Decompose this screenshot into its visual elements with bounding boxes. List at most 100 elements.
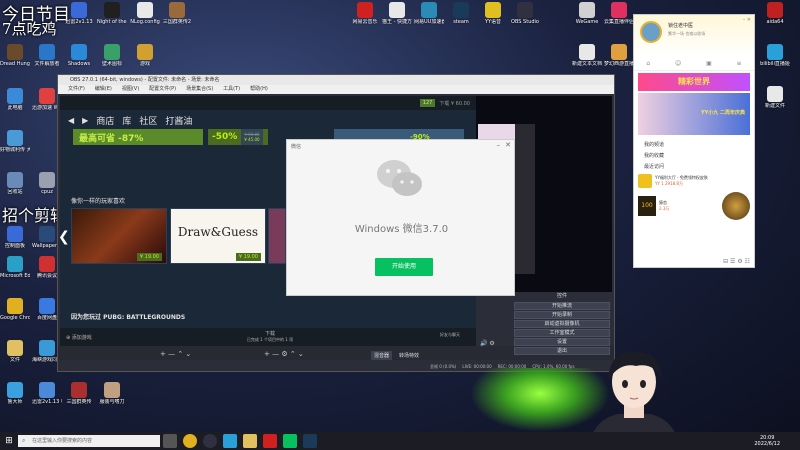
steam-nav-library[interactable]: 库	[122, 114, 131, 127]
yy-list-item-2[interactable]: 100 猿恋 2.3万	[634, 190, 754, 222]
desktop-icon-left-7[interactable]: 好物城利传 大之家	[0, 130, 30, 153]
desktop-icon-top-9[interactable]: OBS Studio	[510, 2, 540, 25]
desktop-icon-left-12[interactable]: Microsoft Edge	[0, 256, 30, 279]
steam-nav-profile[interactable]: 打酱油	[165, 114, 192, 127]
obs-virtual-camera-button[interactable]: 启动虚拟摄像机	[514, 320, 610, 328]
desktop-icon-left-8[interactable]: 回收站	[0, 172, 30, 195]
desktop-icon-right-4[interactable]: aida64	[760, 2, 790, 25]
desktop-icon-left-2[interactable]: Shadows	[64, 44, 94, 67]
obs-source-controls[interactable]: + — ⚙ ⌃ ⌄	[264, 350, 304, 358]
desktop-icon-top-icon	[485, 2, 501, 18]
wechat-start-button[interactable]: 开始使用	[375, 258, 433, 276]
desktop-icon-left-icon	[7, 172, 23, 188]
taskbar-folder-icon[interactable]	[243, 434, 257, 448]
taskbar-wechat-icon[interactable]	[283, 434, 297, 448]
obs-menu-help[interactable]: 帮助(H)	[250, 85, 268, 94]
obs-menu-view[interactable]: 视图(V)	[122, 85, 139, 94]
desktop-icon-left-4[interactable]: 游戏	[130, 44, 160, 67]
desktop-icon-bottom-3[interactable]: 服装与嗜刀	[97, 382, 127, 405]
steam-discount-block[interactable]: -50% ¥ 90.00 ¥ 45.00	[208, 129, 268, 145]
desktop-icon-top-2[interactable]: NLog.config	[130, 2, 160, 25]
desktop-icon-right-1[interactable]: 云集直播伴侣	[604, 2, 634, 25]
obs-scene-controls[interactable]: + — ⌃ ⌄	[160, 350, 191, 358]
obs-start-recording-button[interactable]: 开始录制	[514, 311, 610, 319]
yy-banner-image[interactable]: YY小九 二周年庆典	[638, 93, 750, 135]
desktop-icon-left-3[interactable]: 壁术图标	[97, 44, 127, 67]
yy-menu-recent[interactable]: 最近访问	[634, 161, 754, 172]
obs-menu-file[interactable]: 文件(F)	[68, 85, 85, 94]
obs-tab-transitions[interactable]: 转场特效	[396, 351, 422, 360]
desktop-icon-left-14[interactable]: Google Chrome	[0, 298, 30, 321]
steam-downloads[interactable]: 下载 已完成 1 个项目中的 1 项	[240, 330, 300, 343]
obs-title-bar: OBS 27.0.1 (64-bit, windows) - 配置文件: 未命名…	[58, 75, 614, 85]
taskbar-app-icon[interactable]	[223, 434, 237, 448]
yy-more-icon[interactable]: ≡	[737, 60, 742, 67]
taskbar-netease-icon[interactable]	[263, 434, 277, 448]
steam-friends-button[interactable]: 好友与聊天	[440, 332, 470, 338]
desktop-icon-top-5[interactable]: 猫王 - 快捷方式	[382, 2, 412, 25]
desktop-icon-top-6[interactable]: 网易UU加速器	[414, 2, 444, 25]
obs-tab-mixer[interactable]: 混音器	[371, 351, 393, 360]
steam-user-count[interactable]: 127	[419, 99, 436, 107]
yy-menu-favorites[interactable]: 我的收藏	[634, 150, 754, 161]
task-view-icon[interactable]	[163, 434, 177, 448]
yy-home-icon[interactable]: ⌂	[646, 60, 650, 67]
taskbar-obs-icon[interactable]	[203, 434, 217, 448]
desktop-icon-right-0[interactable]: WeGame	[572, 2, 602, 25]
desktop-icon-left-1[interactable]: 文件解放者	[32, 44, 62, 67]
desktop-icon-left-10[interactable]: 控制面板	[0, 226, 30, 249]
obs-start-streaming-button[interactable]: 开始推流	[514, 302, 610, 310]
windows-start-icon[interactable]: ⊞	[0, 436, 18, 446]
desktop-icon-top-4[interactable]: 网易云音乐	[350, 2, 380, 25]
desktop-icon-top-1[interactable]: Night of the Dead	[97, 2, 127, 25]
desktop-icon-left-16[interactable]: 文件	[0, 340, 30, 363]
steam-game-card-3[interactable]	[268, 208, 286, 264]
steam-game-card-1[interactable]: ¥ 19.00	[71, 208, 167, 264]
desktop-icon-top-0[interactable]: 迅雷2v1.13	[64, 2, 94, 25]
steam-wallet[interactable]: 下载 ¥ 60.00	[439, 100, 470, 107]
yy-avatar[interactable]	[640, 21, 662, 43]
desktop-icon-right-icon	[767, 44, 783, 60]
desktop-icon-right-3[interactable]: 梦幻西游直播	[604, 44, 634, 67]
taskbar-chrome-icon[interactable]	[183, 434, 197, 448]
obs-menu-profile[interactable]: 配置文件(P)	[149, 85, 176, 94]
desktop-icon-left-0[interactable]: Dread Hunger	[0, 44, 30, 67]
steam-nav-back-icon[interactable]: ◀	[68, 116, 74, 125]
wechat-close-icon[interactable]: ✕	[505, 141, 511, 149]
yy-list-item-1[interactable]: YY福利大厅 - 免费领特权皮肤 YY 1 2918.8万	[634, 172, 754, 190]
steam-nav-forward-icon[interactable]: ▶	[82, 116, 88, 125]
obs-mixer-volume-icon[interactable]: 🔊 ⚙	[480, 340, 495, 347]
desktop-icon-left-19[interactable]: 迅雷2v1.13 电视全屏	[32, 382, 62, 405]
taskbar-clock[interactable]: 20:09 2022/6/12	[754, 435, 780, 447]
steam-game-card-2[interactable]: Draw&Guess ¥ 19.00	[170, 208, 266, 264]
steam-carousel-prev-icon[interactable]: ❮	[58, 229, 70, 245]
desktop-icon-left-5[interactable]: 此电脑	[0, 88, 30, 111]
desktop-icon-top-icon	[421, 2, 437, 18]
yy-menu-my-channels[interactable]: 我的频道	[634, 139, 754, 150]
desktop-icon-right-5[interactable]: bilibili直播姬	[760, 44, 790, 67]
steam-nav-store[interactable]: 商店	[96, 114, 114, 127]
steam-nav-community[interactable]: 社区	[139, 114, 157, 127]
yy-user-icon[interactable]: ☺	[675, 60, 681, 67]
steam-add-game-button[interactable]: ⊕ 添加游戏	[66, 334, 92, 341]
steam-sale-banner[interactable]: 最高可省 -87%	[73, 129, 203, 145]
obs-menu-edit[interactable]: 编辑(E)	[95, 85, 112, 94]
desktop-icon-top-3[interactable]: 三国群英传2	[162, 2, 192, 25]
yy-window-controls[interactable]: – ✕	[743, 17, 751, 23]
taskbar-search[interactable]: ⌕ 在这里输入你要搜索的内容	[18, 435, 160, 447]
taskbar-steam-icon[interactable]	[303, 434, 317, 448]
obs-menu-tools[interactable]: 工具(T)	[223, 85, 240, 94]
desktop-icon-top-8[interactable]: YY语音	[478, 2, 508, 25]
yy-banner[interactable]: 精彩世界	[638, 73, 750, 91]
desktop-icon-right-6[interactable]: 新建文件	[760, 86, 790, 109]
desktop-icon-top-7[interactable]: steam	[446, 2, 476, 25]
wechat-minimize-icon[interactable]: –	[497, 141, 501, 149]
yy-channel-icon[interactable]: ▣	[706, 60, 712, 67]
desktop-icon-left-label: 游戏	[139, 61, 150, 67]
desktop-icon-left-18[interactable]: 鲁大师	[0, 382, 30, 405]
desktop-icon-bottom-2[interactable]: 三国群英传	[64, 382, 94, 405]
obs-menu-scene-collection[interactable]: 场景集合(S)	[186, 85, 213, 94]
obs-studio-mode-button[interactable]: 工作室模式	[514, 329, 610, 337]
desktop-icon-top-label: 网易UU加速器	[414, 19, 444, 25]
desktop-icon-right-2[interactable]: 新建文本文档	[572, 44, 602, 67]
